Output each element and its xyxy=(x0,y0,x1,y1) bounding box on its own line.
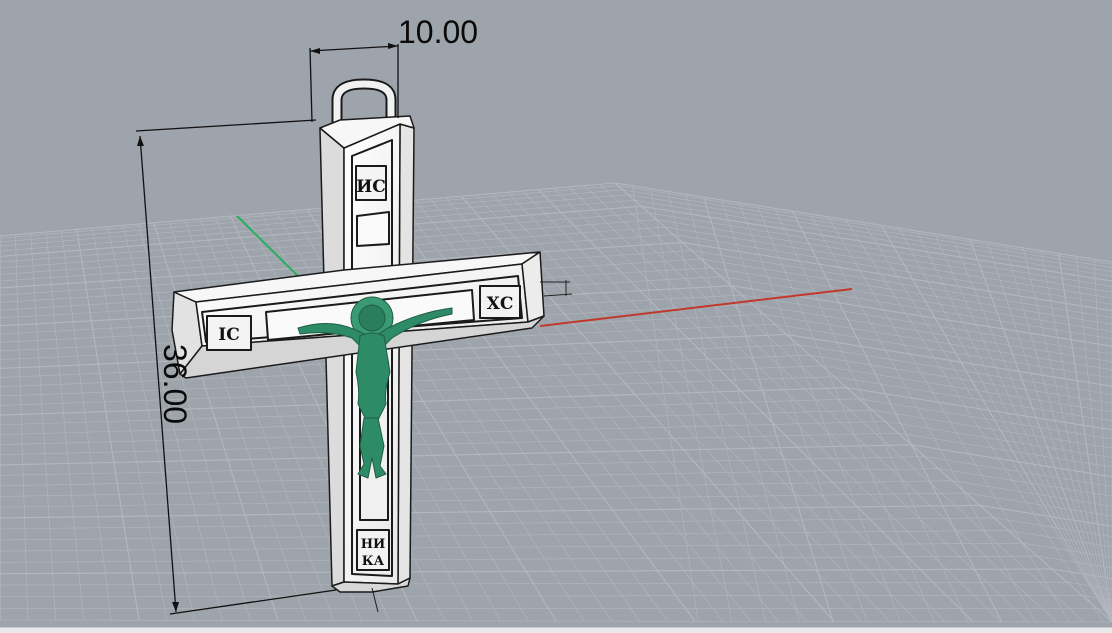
grid-line xyxy=(0,182,1112,263)
grid-line xyxy=(934,233,1112,623)
perspective-viewport[interactable]: ИС ІС ХС НИ КА 10.00 36.00 xyxy=(0,0,1112,633)
inscription-bottom: НИ КА xyxy=(356,529,390,571)
corpus-torso xyxy=(355,332,391,421)
grid-line xyxy=(880,225,1112,623)
grid-line xyxy=(863,222,1112,623)
svg-text:ИС: ИС xyxy=(356,177,386,197)
grid-line xyxy=(969,239,1112,623)
grid-line xyxy=(0,530,1112,548)
dimension-width-label: 10.00 xyxy=(398,14,478,50)
svg-text:НИ: НИ xyxy=(361,537,386,552)
dimension-height-label: 36.00 xyxy=(157,344,193,424)
grid-line xyxy=(916,230,1112,623)
grid-line xyxy=(0,504,1112,527)
cross-pendant-model[interactable]: ИС ІС ХС НИ КА xyxy=(171,78,545,593)
viewport-canvas[interactable]: ИС ІС ХС НИ КА 10.00 36.00 xyxy=(0,0,1112,627)
grid-line xyxy=(827,216,1070,623)
grid-line xyxy=(0,581,1112,590)
grid-line xyxy=(703,196,834,623)
grid-line xyxy=(0,594,1112,601)
inscription-top: ИС xyxy=(355,165,387,201)
grid-line xyxy=(0,219,1112,293)
grid-line xyxy=(0,542,1112,558)
grid-line xyxy=(650,188,733,623)
upper-plaque xyxy=(356,211,390,247)
svg-text:ІС: ІС xyxy=(218,325,239,345)
grid-line xyxy=(0,241,1112,312)
grid-line xyxy=(667,191,766,623)
x-axis-line xyxy=(539,288,853,327)
grid-line xyxy=(0,555,1112,569)
viewport-status-strip xyxy=(0,627,1112,633)
grid-line xyxy=(0,607,1112,612)
grid-line xyxy=(0,205,1112,282)
grid-line xyxy=(0,517,1112,537)
svg-text:КА: КА xyxy=(362,554,385,569)
grid-line xyxy=(1040,250,1112,623)
inscription-right: ХС xyxy=(479,285,521,319)
inscription-left: ІС xyxy=(206,315,252,351)
svg-text:ХС: ХС xyxy=(487,294,514,314)
grid-line xyxy=(0,276,1112,340)
